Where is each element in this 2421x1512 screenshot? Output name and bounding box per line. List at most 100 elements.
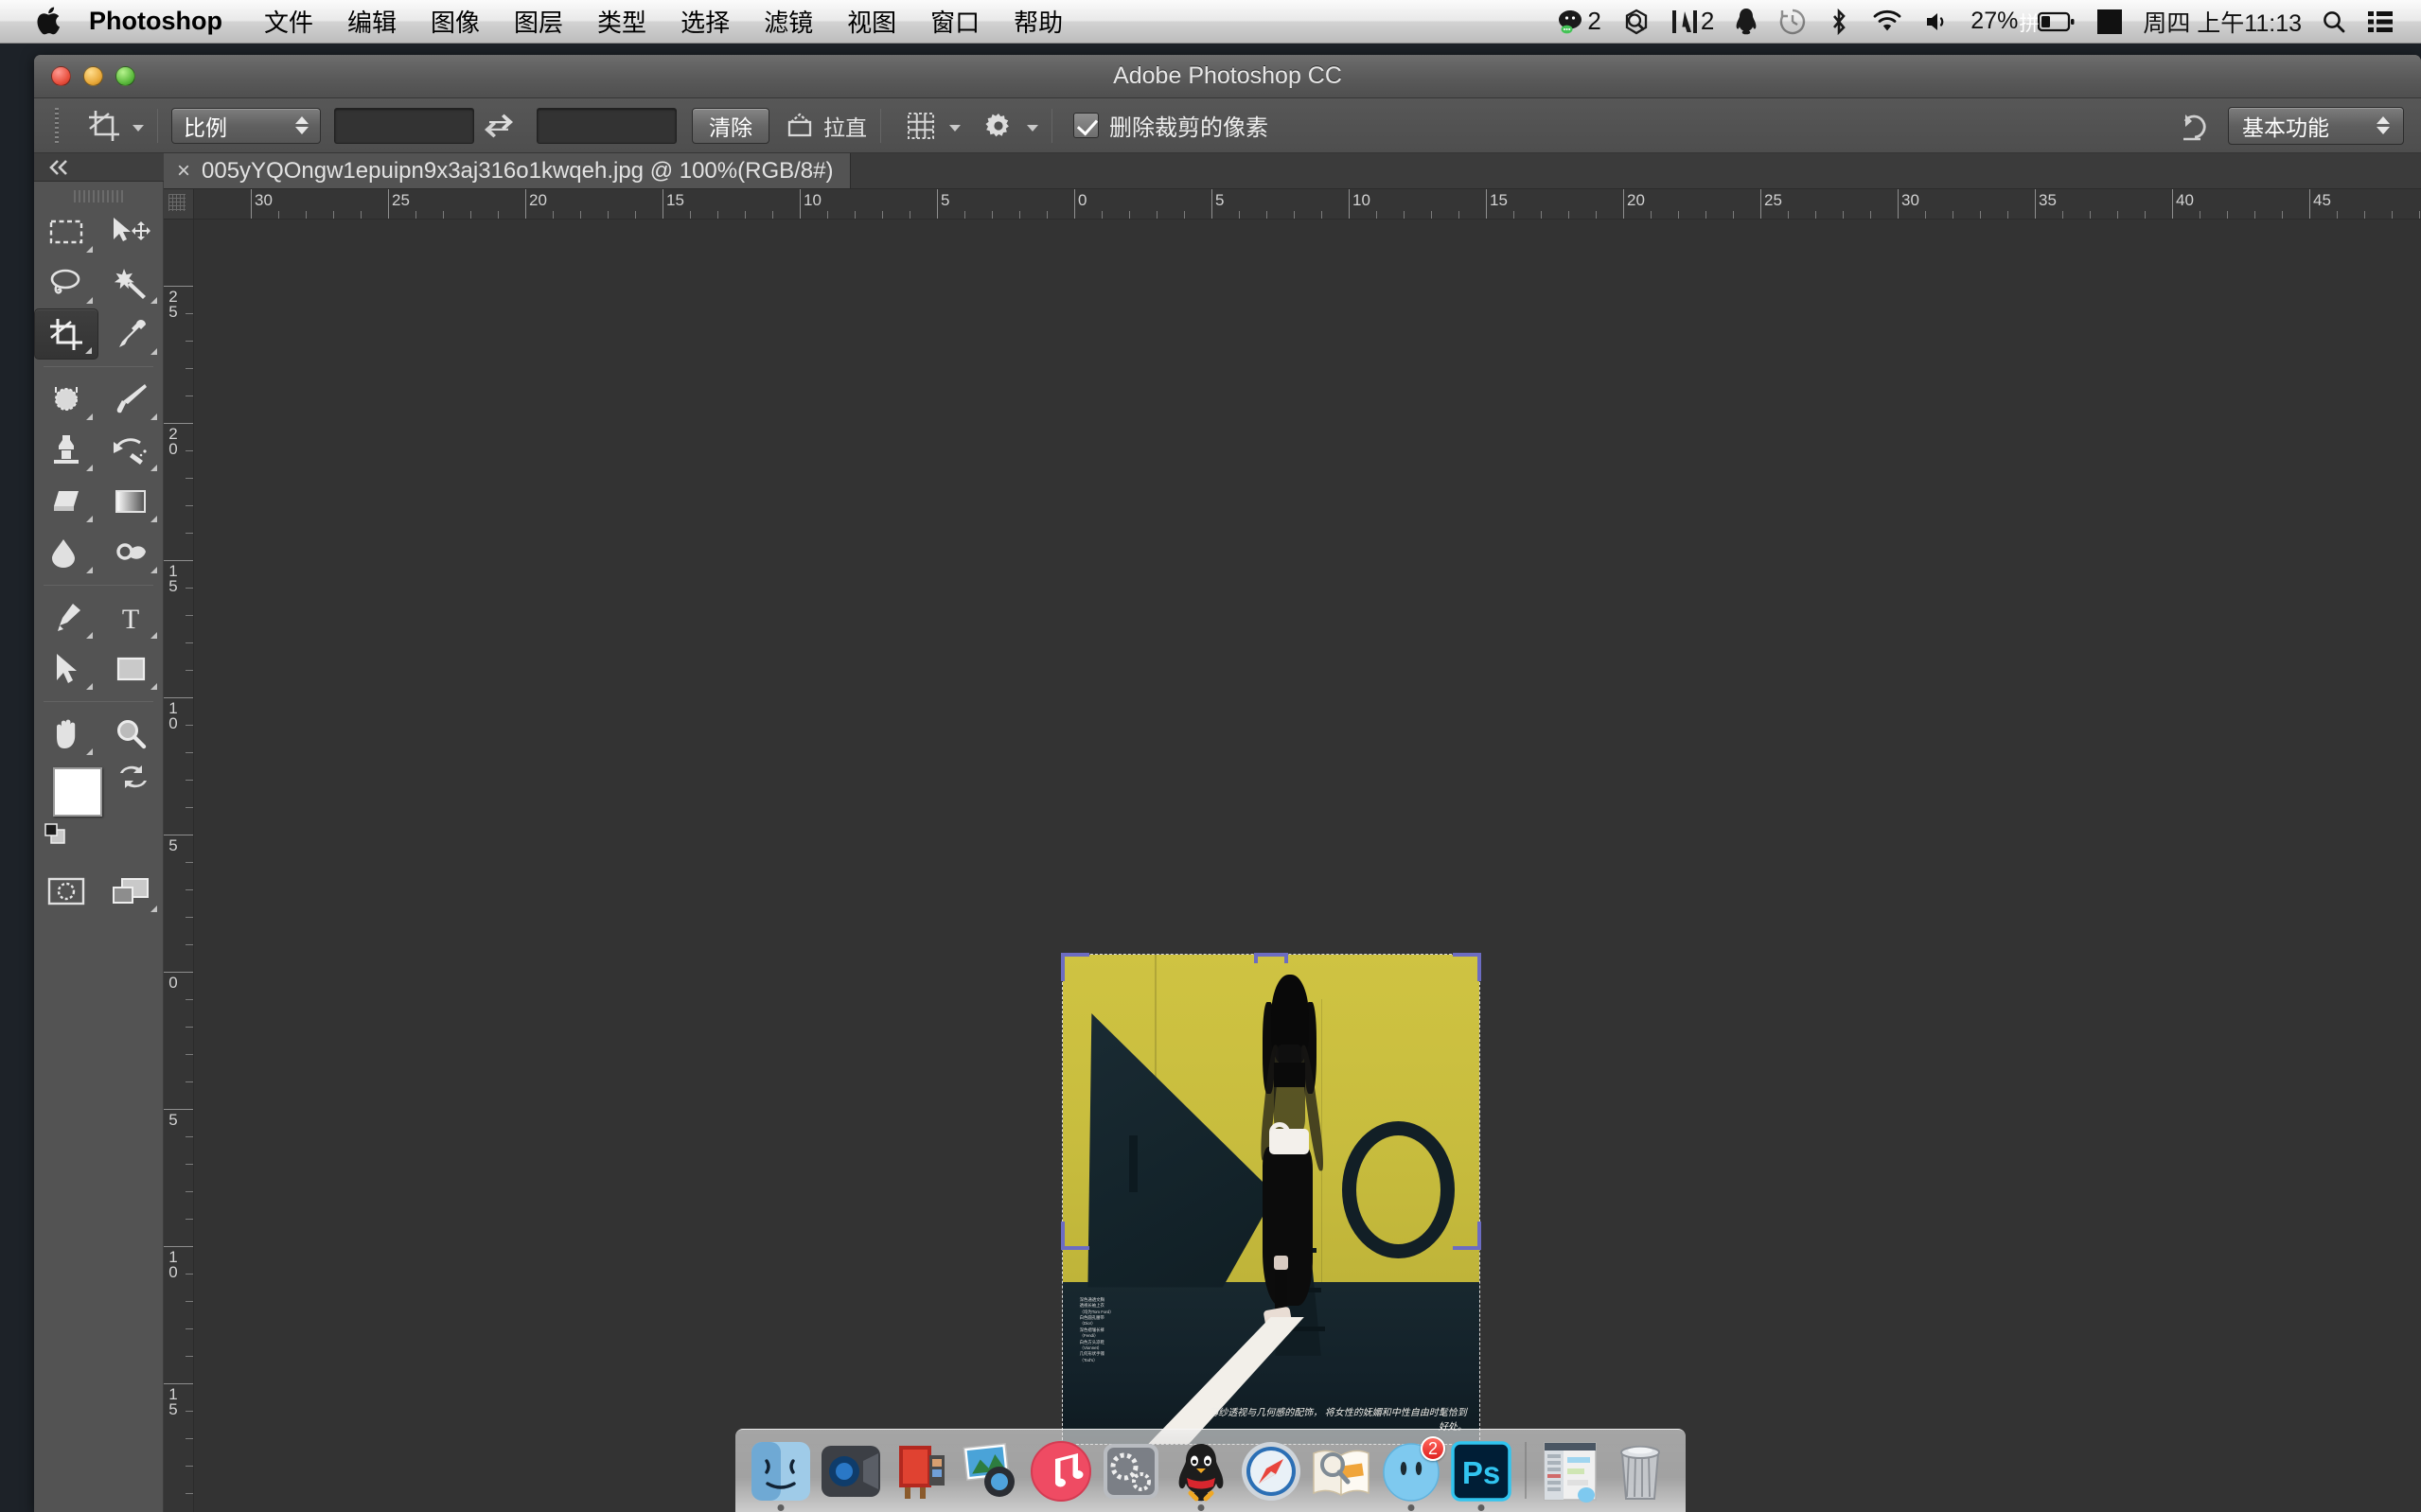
crop-tool[interactable]	[34, 308, 98, 360]
window-controls[interactable]	[51, 66, 135, 86]
pen-tool[interactable]	[34, 592, 98, 643]
type-tool[interactable]: T	[98, 592, 163, 643]
crop-selection[interactable]: 深色通透文胸 透视长袖上衣 （均为Tom Ford） 白色圆孔腰带 （Dior）…	[1061, 953, 1481, 1445]
checkbox-box[interactable]	[1073, 113, 1099, 138]
menu-type[interactable]: 类型	[580, 0, 663, 44]
crop-overlay-grid-icon[interactable]	[894, 105, 947, 147]
menu-select[interactable]: 选择	[663, 0, 747, 44]
menu-help[interactable]: 帮助	[997, 0, 1080, 44]
crop-handle-top-center[interactable]	[1254, 953, 1288, 963]
clone-stamp-tool[interactable]	[34, 425, 98, 476]
qq-penguin-icon[interactable]	[1724, 0, 1768, 44]
hand-tool[interactable]	[34, 709, 98, 760]
dock-item-wechat[interactable]: 2	[1380, 1436, 1445, 1511]
menu-image[interactable]: 图像	[414, 0, 497, 44]
quick-mask-icon[interactable]	[34, 866, 98, 917]
menu-app-name[interactable]: Photoshop	[89, 0, 247, 44]
vertical-ruler[interactable]: 25 20 15 10 5 0 5 10 15	[164, 220, 194, 1512]
time-machine-icon[interactable]	[1768, 0, 1817, 44]
eraser-tool[interactable]	[34, 476, 98, 527]
options-bar-grip[interactable]	[55, 107, 64, 144]
window-title-bar[interactable]: Adobe Photoshop CC	[34, 55, 2421, 98]
apple-logo-icon[interactable]	[32, 3, 64, 41]
volume-icon[interactable]	[1914, 0, 1961, 44]
zoom-button[interactable]	[115, 66, 135, 86]
cloud-sync-icon[interactable]	[1612, 0, 1661, 44]
crop-handle-top-right[interactable]	[1453, 953, 1481, 981]
crop-ratio-select[interactable]: 比例	[171, 107, 321, 144]
dock-item-safari[interactable]	[1240, 1440, 1302, 1503]
crop-height-input[interactable]	[537, 107, 677, 144]
menu-file[interactable]: 文件	[247, 0, 330, 44]
gradient-tool[interactable]	[98, 476, 163, 527]
toolbox-grip[interactable]	[34, 185, 163, 206]
rectangle-shape-tool[interactable]	[98, 643, 163, 694]
dock-item-facetime[interactable]	[820, 1440, 882, 1503]
clear-button[interactable]: 清除	[692, 107, 769, 144]
crop-tool-icon[interactable]	[78, 105, 131, 147]
clock[interactable]: 周四 上午11:13	[2133, 5, 2311, 39]
eyedropper-tool[interactable]	[98, 308, 163, 360]
dodge-tool[interactable]	[98, 527, 163, 578]
ruler-tick-minor	[186, 1356, 193, 1357]
crop-handle-middle-left[interactable]	[1061, 1222, 1089, 1250]
dock-item-finder[interactable]	[750, 1440, 812, 1511]
ruler-tick-minor	[186, 1054, 193, 1055]
dock-item-photoshop[interactable]: Ps	[1450, 1440, 1512, 1511]
reset-rotate-icon[interactable]	[2162, 104, 2228, 148]
blur-tool[interactable]	[34, 527, 98, 578]
magic-wand-tool[interactable]	[98, 257, 163, 308]
dock-item-system-preferences[interactable]	[1100, 1440, 1162, 1503]
straighten-control[interactable]: 拉直	[785, 110, 867, 142]
document-tab[interactable]: × 005yYQOngw1epuipn9x3aj316o1kwqeh.jpg @…	[164, 153, 852, 188]
swap-arrows-icon[interactable]	[474, 105, 523, 147]
zoom-tool[interactable]	[98, 709, 163, 760]
brush-tool[interactable]	[98, 374, 163, 425]
default-colors-icon[interactable]	[44, 822, 68, 847]
dock-minimized-chat-window[interactable]	[1539, 1440, 1601, 1503]
move-tool[interactable]	[98, 206, 163, 257]
tool-preset-chevron-down-icon[interactable]	[133, 125, 144, 132]
wechat-icon[interactable]: 2	[1547, 0, 1611, 44]
adobe-creative-cloud-icon[interactable]: 2	[1661, 0, 1724, 44]
menu-layer[interactable]: 图层	[497, 0, 580, 44]
wifi-icon[interactable]	[1861, 0, 1914, 44]
toolbar-collapse-button[interactable]	[34, 153, 164, 182]
swap-colors-icon[interactable]	[119, 765, 148, 790]
crop-width-input[interactable]	[334, 107, 474, 144]
menu-view[interactable]: 视图	[830, 0, 913, 44]
horizontal-ruler[interactable]: 30 25 20 15 10 5 0 5 10 15 20 25 30 35 40 45	[194, 189, 2421, 220]
dock-item-trash[interactable]	[1609, 1440, 1671, 1503]
crop-handle-middle-right[interactable]	[1453, 1222, 1481, 1250]
close-button[interactable]	[51, 66, 71, 86]
minimize-button[interactable]	[83, 66, 103, 86]
dock-item-dictionary[interactable]	[1310, 1440, 1372, 1503]
crop-handle-top-left[interactable]	[1061, 953, 1089, 981]
notification-center-icon[interactable]	[2357, 0, 2404, 44]
bluetooth-icon[interactable]	[1817, 0, 1861, 44]
dock-item-itunes[interactable]	[1030, 1440, 1092, 1503]
settings-chevron-down-icon[interactable]	[1027, 125, 1038, 132]
menu-window[interactable]: 窗口	[913, 0, 997, 44]
spot-healing-brush-tool[interactable]	[34, 374, 98, 425]
screen-mode-icon[interactable]	[98, 866, 163, 917]
spotlight-search-icon[interactable]	[2311, 0, 2357, 44]
dock-item-imovie[interactable]	[890, 1440, 952, 1503]
foreground-color-swatch[interactable]	[53, 767, 102, 817]
path-selection-tool[interactable]	[34, 643, 98, 694]
lasso-tool[interactable]	[34, 257, 98, 308]
rectangular-marquee-tool[interactable]	[34, 206, 98, 257]
menu-filter[interactable]: 滤镜	[747, 0, 830, 44]
dock-item-qq[interactable]	[1170, 1440, 1232, 1511]
close-icon[interactable]: ×	[177, 159, 190, 183]
overlay-chevron-down-icon[interactable]	[949, 125, 961, 132]
history-brush-tool[interactable]	[98, 425, 163, 476]
workspace-select[interactable]: 基本功能	[2228, 106, 2404, 145]
gear-icon[interactable]	[972, 105, 1025, 147]
delete-cropped-pixels-checkbox[interactable]: 删除裁剪的像素	[1073, 109, 1268, 142]
dock-item-iphoto[interactable]	[960, 1440, 1022, 1503]
canvas[interactable]: 深色通透文胸 透视长袖上衣 （均为Tom Ford） 白色圆孔腰带 （Dior）…	[194, 220, 2421, 1512]
ruler-corner[interactable]	[164, 189, 194, 220]
input-method-icon[interactable]	[2086, 0, 2133, 44]
menu-edit[interactable]: 编辑	[330, 0, 414, 44]
